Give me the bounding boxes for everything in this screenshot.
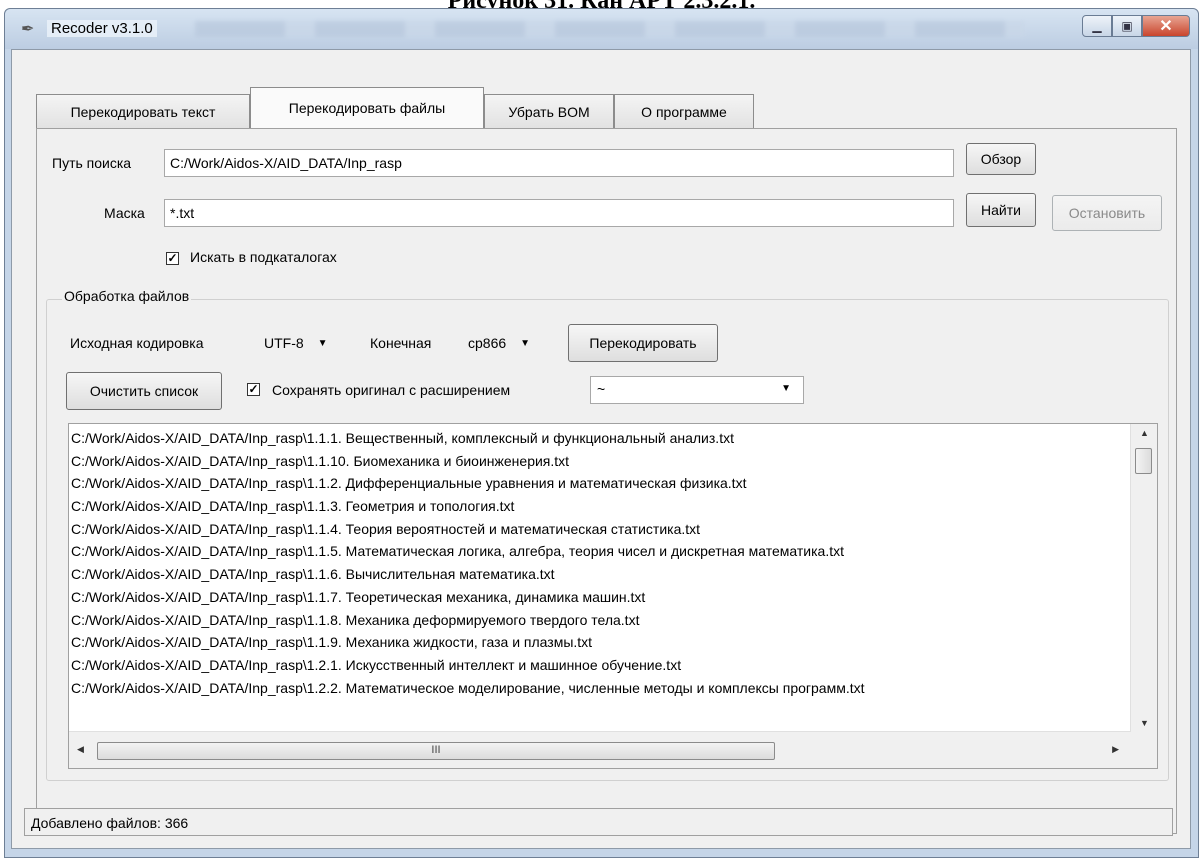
source-encoding-value: UTF-8 [264, 335, 304, 351]
status-text: Добавлено файлов: 366 [31, 815, 189, 831]
window-title: Recoder v3.1.0 [47, 20, 157, 37]
list-item[interactable]: C:/Work/Aidos-X/AID_DATA/Inp_rasp\1.1.10… [71, 450, 1129, 473]
blurred-background-menu [195, 21, 1025, 37]
tab-recode-files[interactable]: Перекодировать файлы [250, 87, 484, 128]
extension-select[interactable]: ~ ▼ [590, 376, 804, 404]
recode-button[interactable]: Перекодировать [568, 324, 718, 362]
list-item[interactable]: C:/Work/Aidos-X/AID_DATA/Inp_rasp\1.1.4.… [71, 518, 1129, 541]
vertical-scroll-thumb[interactable] [1135, 448, 1152, 474]
file-list: C:/Work/Aidos-X/AID_DATA/Inp_rasp\1.1.1.… [71, 427, 1129, 699]
minimize-button[interactable]: ▁ [1082, 15, 1112, 37]
list-item[interactable]: C:/Work/Aidos-X/AID_DATA/Inp_rasp\1.2.1.… [71, 654, 1129, 677]
clear-list-button[interactable]: Очистить список [66, 372, 222, 410]
search-path-input[interactable]: C:/Work/Aidos-X/AID_DATA/Inp_rasp [164, 149, 954, 177]
tab-label: О программе [641, 103, 727, 120]
chevron-down-icon: ▼ [520, 337, 531, 349]
scrollbar-corner [1131, 732, 1157, 768]
keep-original-checkbox[interactable]: ✓ [247, 383, 260, 396]
tab-about[interactable]: О программе [614, 94, 754, 128]
horizontal-scrollbar[interactable]: ◀ III ▶ [69, 731, 1131, 768]
extension-value: ~ [597, 381, 606, 397]
maximize-icon: ▣ [1121, 19, 1133, 33]
list-item[interactable]: C:/Work/Aidos-X/AID_DATA/Inp_rasp\1.1.6.… [71, 563, 1129, 586]
mask-input[interactable]: *.txt [164, 199, 954, 227]
tab-recode-text[interactable]: Перекодировать текст [36, 94, 250, 128]
source-encoding-label: Исходная кодировка [70, 335, 204, 351]
title-bar[interactable]: ✒ Recoder v3.1.0 ▁ ▣ ✕ [5, 9, 1198, 49]
tab-remove-bom[interactable]: Убрать BOM [484, 94, 614, 128]
subdirs-label: Искать в подкаталогах [190, 249, 337, 265]
keep-original-label: Сохранять оригинал с расширением [272, 382, 511, 398]
find-button[interactable]: Найти [966, 193, 1036, 227]
status-bar: Добавлено файлов: 366 [24, 808, 1173, 836]
maximize-button[interactable]: ▣ [1112, 15, 1142, 37]
scroll-left-icon[interactable]: ◀ [77, 744, 84, 755]
list-item[interactable]: C:/Work/Aidos-X/AID_DATA/Inp_rasp\1.1.8.… [71, 609, 1129, 632]
target-encoding-label: Конечная [370, 335, 432, 351]
tab-label: Перекодировать текст [70, 103, 216, 120]
tab-label: Убрать BOM [508, 103, 590, 120]
stop-button[interactable]: Остановить [1052, 195, 1162, 231]
list-item[interactable]: C:/Work/Aidos-X/AID_DATA/Inp_rasp\1.1.7.… [71, 586, 1129, 609]
scroll-down-icon[interactable]: ▼ [1140, 718, 1149, 728]
close-icon: ✕ [1159, 18, 1173, 35]
browse-button[interactable]: Обзор [966, 143, 1036, 175]
target-encoding-select[interactable]: cp866 ▼ [468, 335, 530, 351]
horizontal-scroll-thumb[interactable]: III [97, 742, 775, 760]
file-listbox[interactable]: C:/Work/Aidos-X/AID_DATA/Inp_rasp\1.1.1.… [68, 423, 1158, 769]
source-encoding-select[interactable]: UTF-8 ▼ [264, 335, 328, 351]
list-item[interactable]: C:/Work/Aidos-X/AID_DATA/Inp_rasp\1.1.5.… [71, 540, 1129, 563]
vertical-scrollbar[interactable]: ▲ ▼ [1130, 424, 1157, 732]
mask-label: Маска [104, 205, 145, 221]
minimize-icon: ▁ [1092, 19, 1102, 33]
file-processing-title: Обработка файлов [62, 288, 192, 304]
list-item[interactable]: C:/Work/Aidos-X/AID_DATA/Inp_rasp\1.2.2.… [71, 677, 1129, 700]
target-encoding-value: cp866 [468, 335, 507, 351]
feather-icon: ✒ [21, 21, 35, 38]
list-item[interactable]: C:/Work/Aidos-X/AID_DATA/Inp_rasp\1.1.1.… [71, 427, 1129, 450]
search-path-label: Путь поиска [52, 155, 132, 171]
chevron-down-icon: ▼ [781, 383, 791, 394]
list-item[interactable]: C:/Work/Aidos-X/AID_DATA/Inp_rasp\1.1.3.… [71, 495, 1129, 518]
list-item[interactable]: C:/Work/Aidos-X/AID_DATA/Inp_rasp\1.1.2.… [71, 472, 1129, 495]
close-button[interactable]: ✕ [1142, 15, 1190, 37]
tab-label: Перекодировать файлы [288, 100, 446, 116]
subdirs-checkbox[interactable]: ✓ [166, 252, 179, 265]
scroll-up-icon[interactable]: ▲ [1140, 428, 1149, 438]
scroll-right-icon[interactable]: ▶ [1112, 744, 1119, 755]
list-item[interactable]: C:/Work/Aidos-X/AID_DATA/Inp_rasp\1.1.9.… [71, 631, 1129, 654]
chevron-down-icon: ▼ [317, 337, 328, 349]
